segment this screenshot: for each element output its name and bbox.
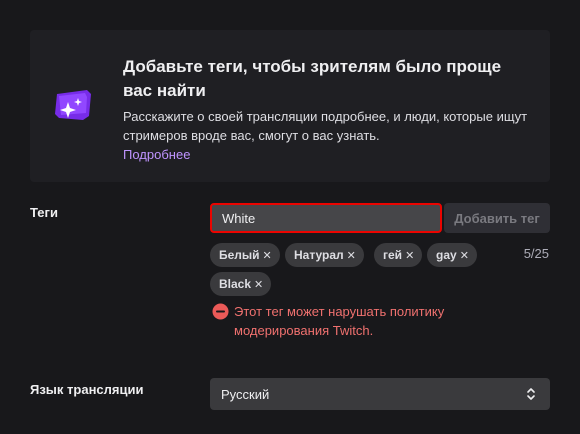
- tags-promo-card: Добавьте теги, чтобы зрителям было проще…: [30, 30, 550, 182]
- chevron-up-down-icon: [527, 388, 535, 400]
- tag-chip-label: gay: [436, 248, 457, 262]
- tag-chip-label: гей: [383, 248, 403, 262]
- tag-chip: Black ✕: [210, 272, 272, 296]
- error-icon: [212, 303, 229, 320]
- promo-description: Расскажите о своей трансляции подробнее,…: [123, 109, 528, 143]
- learn-more-link[interactable]: Подробнее: [123, 145, 190, 164]
- remove-tag-icon[interactable]: ✕: [460, 249, 469, 262]
- tag-warning-message: Этот тег может нарушать политику модерир…: [234, 304, 445, 338]
- tag-input[interactable]: [210, 203, 442, 233]
- tag-chip-label: Натурал: [294, 248, 344, 262]
- language-label: Язык трансляции: [30, 382, 144, 397]
- tag-chip: гей ✕: [374, 243, 423, 267]
- remove-tag-icon[interactable]: ✕: [263, 249, 272, 262]
- tag-chip: Белый ✕: [210, 243, 280, 267]
- remove-tag-icon[interactable]: ✕: [347, 249, 356, 262]
- tag-chip-label: Black: [219, 277, 252, 291]
- remove-tag-icon[interactable]: ✕: [405, 249, 414, 262]
- promo-title: Добавьте теги, чтобы зрителям было проще…: [123, 57, 502, 100]
- tag-chip-label: Белый: [219, 248, 260, 262]
- tag-chip: Натурал ✕: [285, 243, 364, 267]
- sparkle-tag-icon: [55, 90, 91, 120]
- remove-tag-icon[interactable]: ✕: [254, 278, 263, 291]
- tags-label: Теги: [30, 205, 58, 220]
- language-select[interactable]: Русский: [210, 378, 550, 410]
- language-selected-value: Русский: [221, 386, 270, 402]
- add-tag-button[interactable]: Добавить тег: [444, 203, 550, 233]
- stream-tags-settings: Добавьте теги, чтобы зрителям было проще…: [0, 0, 580, 434]
- tag-count: 5/25: [523, 246, 549, 261]
- tag-chip: gay ✕: [427, 243, 477, 267]
